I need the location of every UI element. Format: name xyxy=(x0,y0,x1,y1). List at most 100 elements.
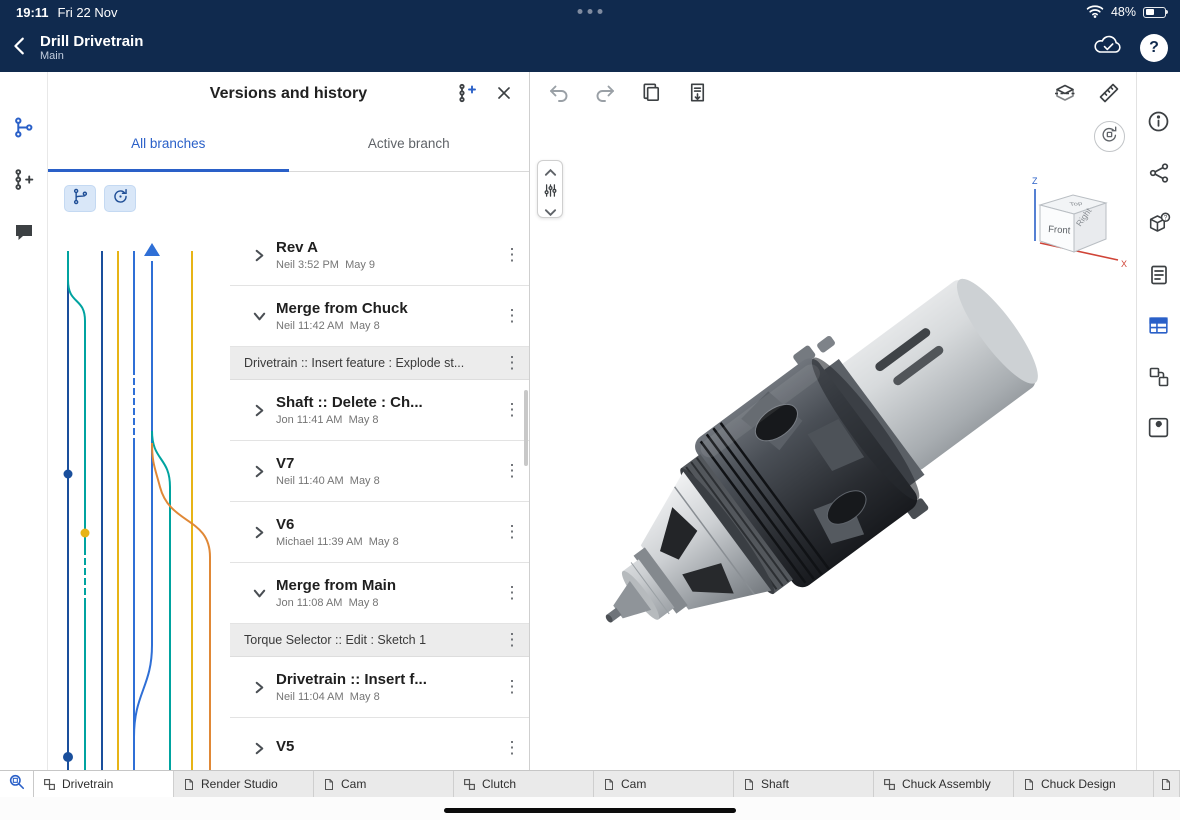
chevron-icon[interactable] xyxy=(242,403,276,418)
item-menu-button[interactable]: ⋮ xyxy=(495,738,529,758)
change-title: Drivetrain :: Insert feature : Explode s… xyxy=(244,356,495,370)
item-menu-button[interactable]: ⋮ xyxy=(495,353,529,373)
version-title: V5 xyxy=(276,738,495,755)
item-menu-button[interactable]: ⋮ xyxy=(495,677,529,697)
version-graph[interactable] xyxy=(48,225,230,770)
tab-label: Chuck Assembly xyxy=(902,777,991,791)
comments-button[interactable] xyxy=(2,210,46,258)
redo-button[interactable] xyxy=(592,82,618,108)
document-tab[interactable]: Chuck Design xyxy=(1014,771,1154,797)
paste-button[interactable] xyxy=(684,82,710,108)
linked-documents-icon xyxy=(1147,365,1171,394)
document-icon xyxy=(1023,778,1035,791)
derived-parts-button[interactable] xyxy=(1145,365,1173,393)
version-item[interactable]: Rev A Neil 3:52 PM May 9 ⋮ xyxy=(230,225,529,286)
tab-bar: Drivetrain Render Studio Cam Clutch xyxy=(0,770,1180,797)
document-tab[interactable]: Render Studio xyxy=(174,771,314,797)
version-item[interactable]: Merge from Chuck Neil 11:42 AM May 8 ⋮ xyxy=(230,286,529,347)
chevron-up-icon xyxy=(544,164,557,182)
help-button[interactable]: ? xyxy=(1140,34,1168,62)
bom-table-button[interactable] xyxy=(1145,314,1173,342)
workspace-name: Main xyxy=(40,50,143,63)
home-indicator[interactable] xyxy=(444,808,736,813)
chevron-icon[interactable] xyxy=(242,464,276,479)
chevron-icon[interactable] xyxy=(242,309,276,324)
feature-list-button[interactable] xyxy=(1145,263,1173,291)
branch-filter-icon xyxy=(71,187,90,211)
version-list: Rev A Neil 3:52 PM May 9 ⋮ Merge from Ch… xyxy=(230,225,529,770)
model-viewport[interactable]: Z X Front Top Right xyxy=(530,72,1136,770)
panel-scrollbar[interactable] xyxy=(524,390,528,466)
tab-all-branches-label: All branches xyxy=(131,136,205,151)
version-graph-column xyxy=(48,225,230,770)
svg-text:?: ? xyxy=(1164,215,1168,222)
versions-history-button[interactable] xyxy=(2,106,46,154)
view-cube[interactable]: Z X Front Top Right xyxy=(1026,172,1131,272)
tab-label: Cam xyxy=(621,777,646,791)
back-button[interactable] xyxy=(0,24,40,72)
document-icon xyxy=(1160,778,1172,791)
document-tab[interactable]: Drivetrain xyxy=(34,771,174,797)
app-header: Drill Drivetrain Main ? xyxy=(0,24,1180,72)
create-version-rail-button[interactable] xyxy=(2,158,46,206)
cube-question-icon: ? xyxy=(1146,211,1171,241)
branch-plus-icon xyxy=(11,167,36,197)
chevron-icon[interactable] xyxy=(242,741,276,756)
custom-features-button[interactable] xyxy=(1145,416,1173,444)
assembly-icon xyxy=(463,778,476,791)
create-version-button[interactable] xyxy=(451,80,481,110)
item-menu-button[interactable]: ⋮ xyxy=(495,245,529,265)
document-tab[interactable]: Cam xyxy=(594,771,734,797)
document-tab[interactable]: Cam xyxy=(314,771,454,797)
change-item[interactable]: Torque Selector :: Edit : Sketch 1 ⋮ xyxy=(230,624,529,657)
panel-resize-control[interactable] xyxy=(537,160,563,218)
multitasking-indicator xyxy=(578,9,603,14)
document-icon xyxy=(743,778,755,791)
version-item[interactable]: V6 Michael 11:39 AM May 8 ⋮ xyxy=(230,502,529,563)
orbit-mode-button[interactable] xyxy=(1094,121,1125,152)
chevron-icon[interactable] xyxy=(242,680,276,695)
document-tab[interactable]: Clutch xyxy=(454,771,594,797)
viewport-toolbar xyxy=(530,72,1136,118)
item-menu-button[interactable]: ⋮ xyxy=(495,583,529,603)
versions-panel: Versions and history All branches xyxy=(48,72,530,770)
tab-all-branches[interactable]: All branches xyxy=(48,116,289,171)
share-button[interactable] xyxy=(1145,161,1173,189)
item-menu-button[interactable]: ⋮ xyxy=(495,630,529,650)
document-tab[interactable] xyxy=(1154,771,1180,797)
section-view-button[interactable] xyxy=(1052,82,1078,108)
version-item[interactable]: V5 ⋮ xyxy=(230,718,529,770)
version-item[interactable]: Shaft :: Delete : Ch... Jon 11:41 AM May… xyxy=(230,380,529,441)
version-meta: Jon 11:41 AM May 8 xyxy=(276,414,495,426)
configurations-button[interactable]: ? xyxy=(1145,212,1173,240)
item-menu-button[interactable]: ⋮ xyxy=(495,522,529,542)
orbit-rotate-icon xyxy=(1100,125,1119,149)
tab-label: Drivetrain xyxy=(62,777,113,791)
version-item[interactable]: V7 Neil 11:40 AM May 8 ⋮ xyxy=(230,441,529,502)
change-item[interactable]: Drivetrain :: Insert feature : Explode s… xyxy=(230,347,529,380)
cloud-sync-icon[interactable] xyxy=(1092,34,1124,63)
chevron-icon[interactable] xyxy=(242,586,276,601)
close-icon xyxy=(494,83,514,108)
copy-button[interactable] xyxy=(638,82,664,108)
document-tab[interactable]: Chuck Assembly xyxy=(874,771,1014,797)
info-button[interactable] xyxy=(1145,110,1173,138)
search-tabs-button[interactable] xyxy=(0,771,34,797)
measure-button[interactable] xyxy=(1096,82,1122,108)
version-meta: Michael 11:39 AM May 8 xyxy=(276,536,495,548)
document-tabs: Drivetrain Render Studio Cam Clutch xyxy=(34,771,1180,797)
document-tab[interactable]: Shaft xyxy=(734,771,874,797)
version-item[interactable]: Merge from Main Jon 11:08 AM May 8 ⋮ xyxy=(230,563,529,624)
chevron-icon[interactable] xyxy=(242,525,276,540)
close-panel-button[interactable] xyxy=(489,80,519,110)
undo-button[interactable] xyxy=(546,82,572,108)
tab-active-branch[interactable]: Active branch xyxy=(289,116,530,171)
measure-icon xyxy=(1097,81,1121,110)
info-icon xyxy=(1146,109,1171,139)
item-menu-button[interactable]: ⋮ xyxy=(495,306,529,326)
version-item[interactable]: Drivetrain :: Insert f... Neil 11:04 AM … xyxy=(230,657,529,718)
panel-title: Versions and history xyxy=(210,85,367,103)
show-branches-filter-button[interactable] xyxy=(64,185,96,212)
show-versions-filter-button[interactable] xyxy=(104,185,136,212)
chevron-icon[interactable] xyxy=(242,248,276,263)
